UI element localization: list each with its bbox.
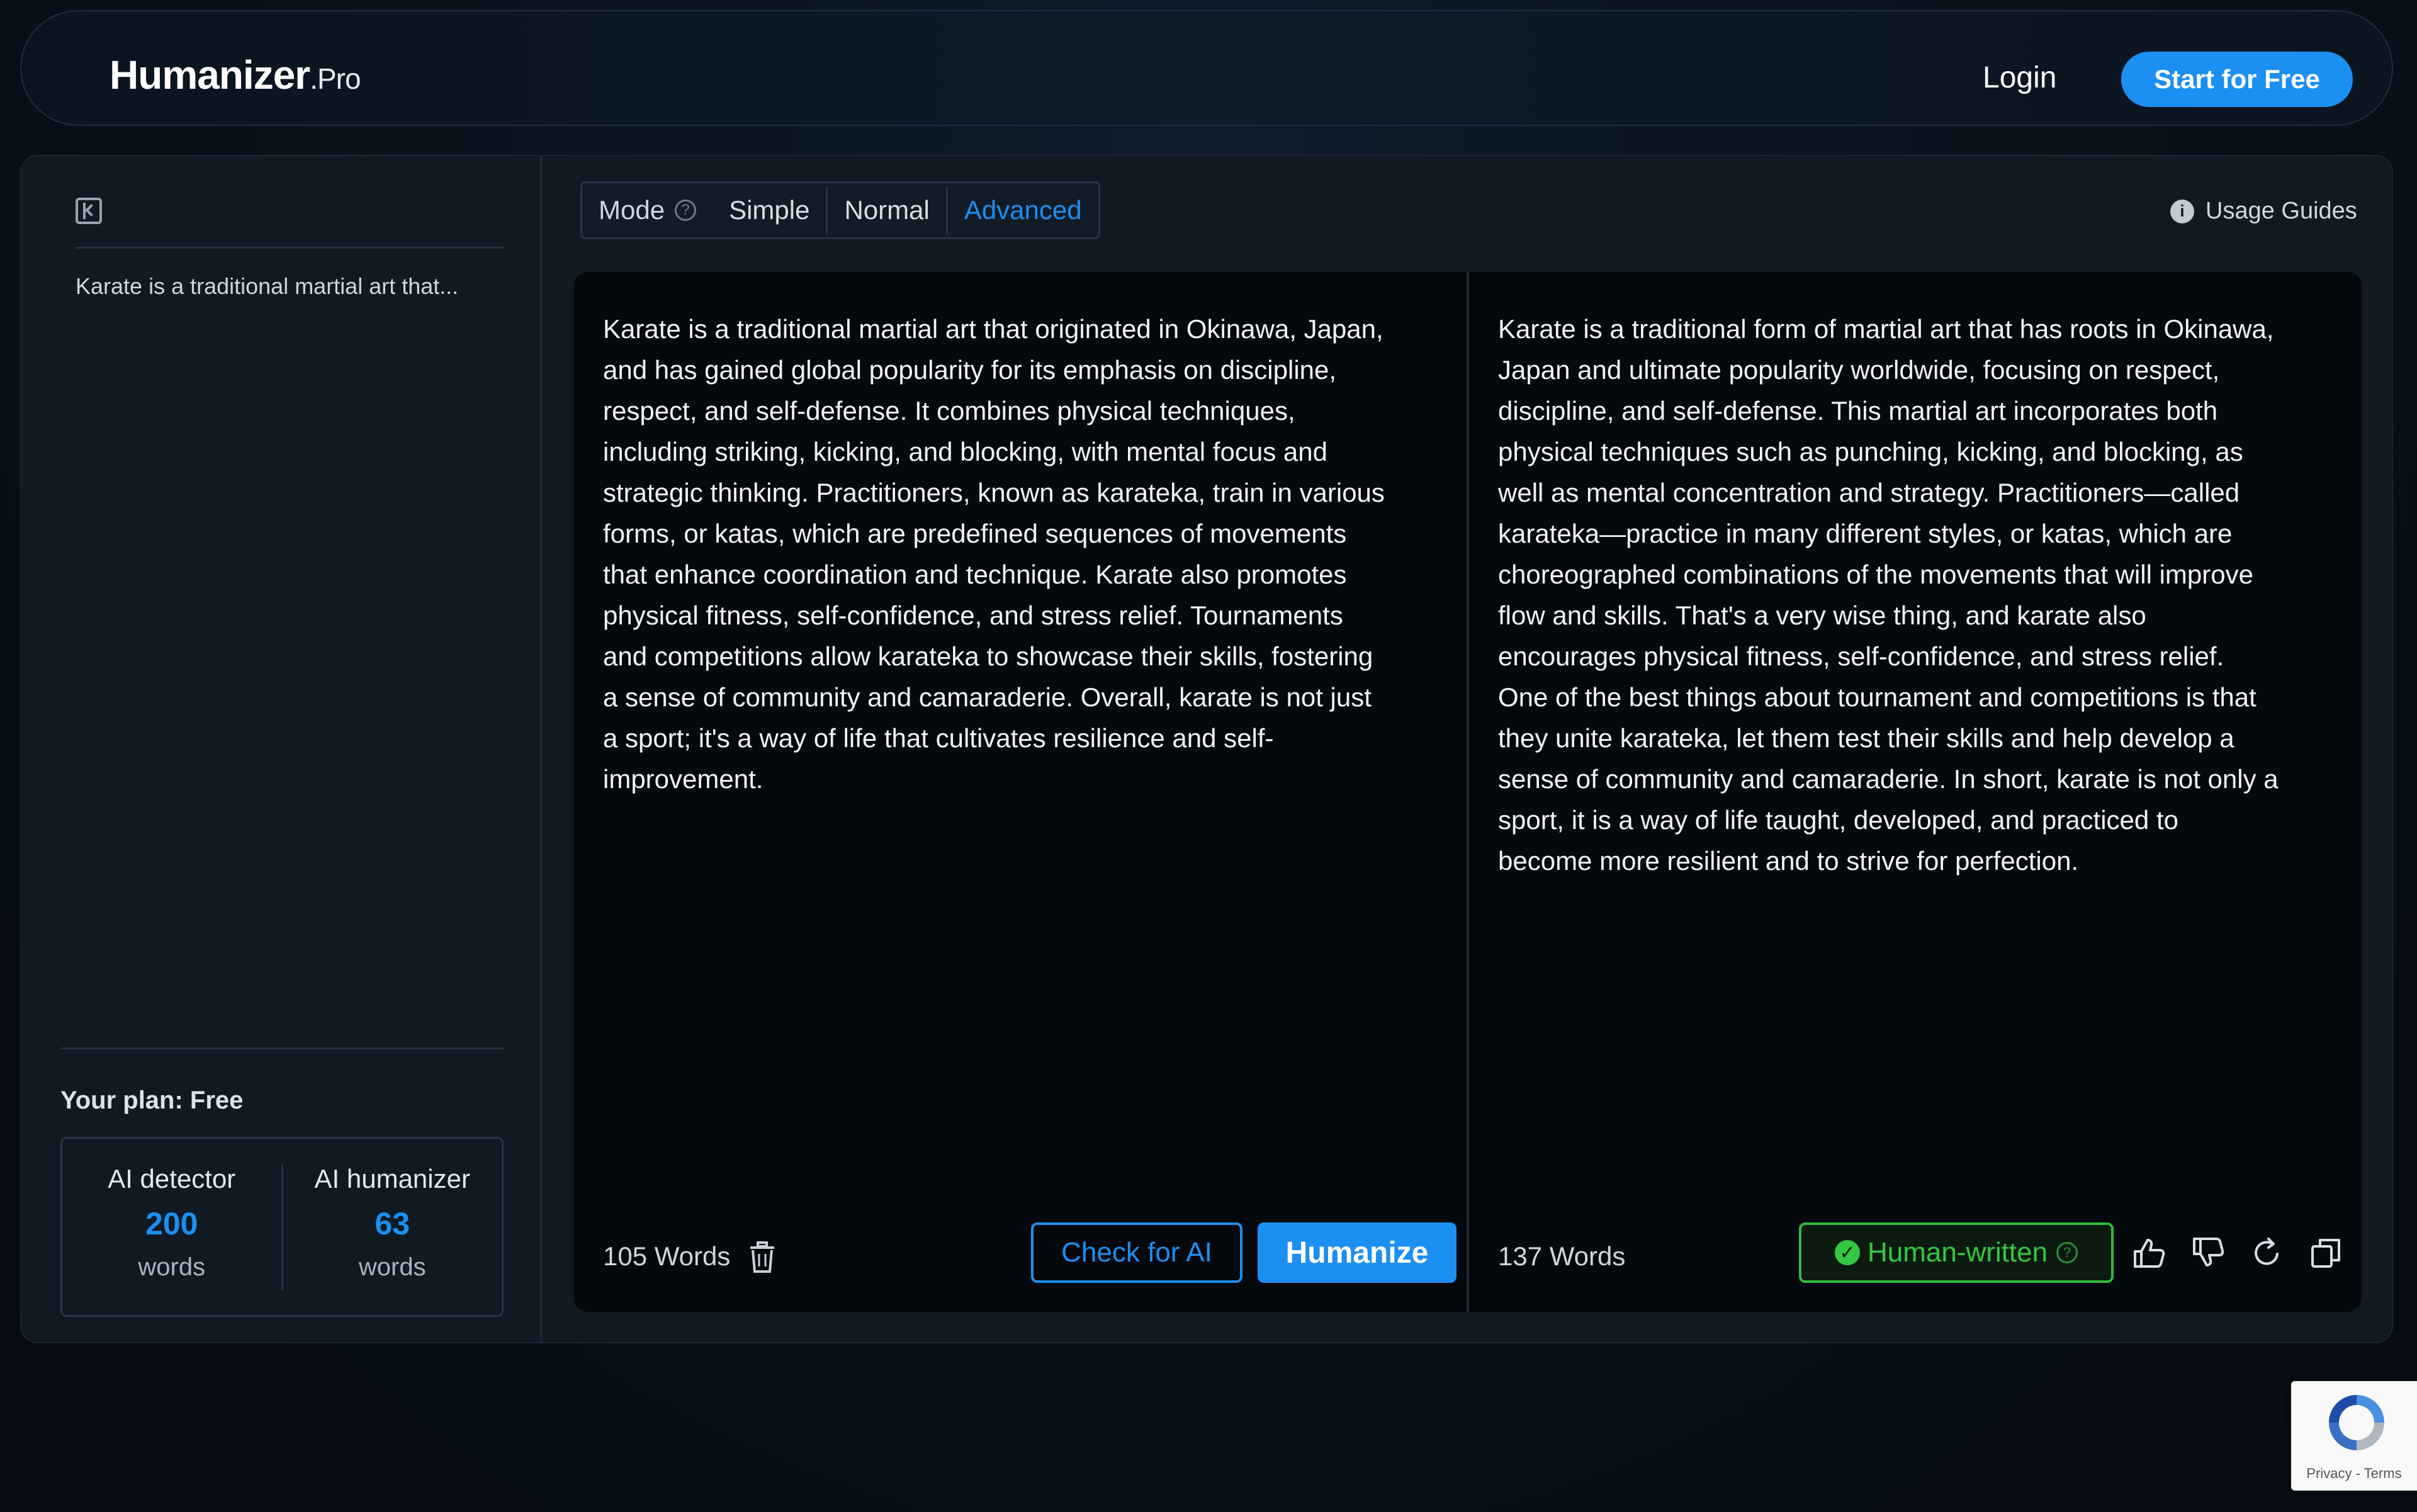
output-text[interactable]: Karate is a traditional form of martial …: [1498, 308, 2341, 881]
ai-humanizer-quota: AI humanizer 63 words: [281, 1164, 502, 1290]
mode-label-wrap: Mode ?: [582, 195, 713, 225]
check-for-ai-button[interactable]: Check for AI: [1031, 1222, 1242, 1283]
history-item[interactable]: Karate is a traditional martial art that…: [76, 273, 458, 300]
check-circle-icon: ✓: [1834, 1240, 1860, 1265]
mode-option-normal[interactable]: Normal: [826, 187, 945, 234]
brand-name: Humanizer: [110, 52, 310, 98]
thumbs-down-icon[interactable]: [2190, 1235, 2226, 1270]
page: Humanizer.Pro Login Start for Free Karat…: [0, 0, 2417, 1512]
app-panel: Karate is a traditional martial art that…: [20, 155, 2393, 1343]
copy-icon[interactable]: [2309, 1235, 2344, 1270]
brand-suffix: .Pro: [310, 62, 361, 95]
sidebar-divider: [60, 1047, 504, 1049]
human-written-label: Human-written: [1867, 1237, 2048, 1268]
recaptcha-links[interactable]: Privacy - Terms: [2291, 1465, 2417, 1482]
mode-label: Mode: [599, 195, 665, 225]
ai-detector-value: 200: [145, 1206, 198, 1241]
ai-humanizer-label: AI humanizer: [314, 1164, 470, 1193]
trash-icon[interactable]: [748, 1241, 777, 1274]
output-word-count: 137 Words: [1498, 1241, 1626, 1271]
sidebar: Karate is a traditional martial art that…: [21, 156, 543, 1342]
usage-guides-label: Usage Guides: [2206, 198, 2357, 224]
editor-divider: [1467, 272, 1469, 1312]
mode-option-simple[interactable]: Simple: [713, 187, 826, 234]
info-icon: i: [2170, 199, 2194, 223]
ai-detector-unit: words: [138, 1253, 206, 1281]
sidebar-collapse-icon[interactable]: [76, 198, 102, 224]
sidebar-divider: [76, 247, 504, 249]
usage-guides-link[interactable]: i Usage Guides: [2170, 198, 2357, 225]
question-icon[interactable]: ?: [675, 200, 697, 221]
top-nav: Humanizer.Pro Login Start for Free: [20, 10, 2393, 126]
human-written-badge[interactable]: ✓ Human-written ?: [1799, 1222, 2114, 1283]
brand-logo[interactable]: Humanizer.Pro: [110, 52, 361, 98]
login-link[interactable]: Login: [1983, 60, 2056, 95]
input-word-count: 105 Words: [603, 1241, 731, 1271]
plan-usage-card: AI detector 200 words AI humanizer 63 wo…: [60, 1137, 504, 1317]
ai-detector-label: AI detector: [108, 1164, 236, 1193]
recaptcha-badge[interactable]: Privacy - Terms: [2291, 1381, 2417, 1491]
plan-title: Your plan: Free: [60, 1086, 244, 1114]
humanize-button[interactable]: Humanize: [1258, 1222, 1456, 1283]
regenerate-icon[interactable]: [2250, 1235, 2285, 1270]
recaptcha-icon: [2329, 1395, 2384, 1450]
editor-area: Karate is a traditional martial art that…: [574, 272, 2362, 1312]
start-for-free-button[interactable]: Start for Free: [2121, 52, 2353, 107]
mode-option-advanced[interactable]: Advanced: [945, 187, 1098, 234]
ai-detector-quota: AI detector 200 words: [62, 1139, 281, 1315]
thumbs-up-icon[interactable]: [2131, 1235, 2166, 1270]
ai-humanizer-unit: words: [358, 1253, 426, 1281]
ai-humanizer-value: 63: [375, 1206, 410, 1241]
mode-selector: Mode ? Simple Normal Advanced: [580, 181, 1100, 239]
question-icon[interactable]: ?: [2056, 1242, 2078, 1263]
input-textarea[interactable]: Karate is a traditional martial art that…: [603, 308, 1453, 799]
